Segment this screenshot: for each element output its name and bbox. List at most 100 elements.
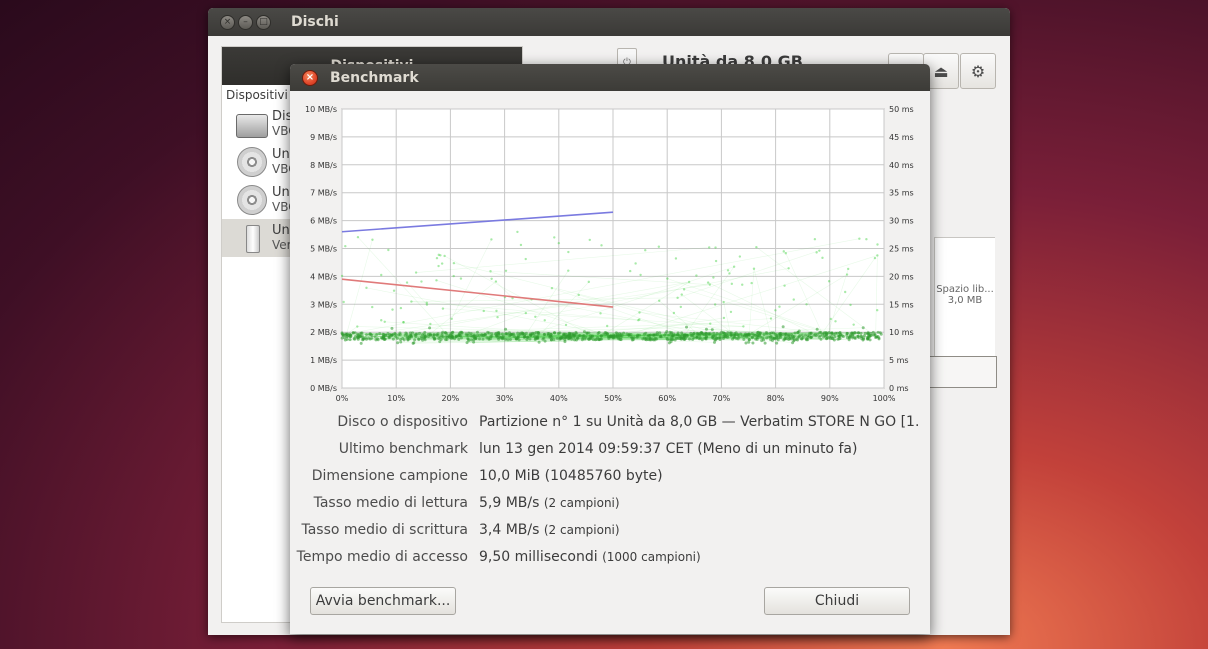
access-point: [519, 243, 523, 247]
access-point: [651, 333, 655, 337]
close-button[interactable]: Chiudi: [764, 587, 910, 615]
access-point: [869, 333, 873, 337]
access-point: [708, 332, 712, 336]
access-point: [726, 334, 730, 338]
usb-drive-icon: [236, 222, 268, 254]
access-point: [371, 305, 374, 309]
access-point: [435, 279, 438, 282]
access-point: [395, 336, 399, 340]
access-point: [769, 338, 773, 342]
access-point: [619, 338, 623, 342]
access-point: [860, 336, 864, 340]
access-point: [382, 336, 386, 340]
access-point: [706, 281, 710, 284]
gear-icon[interactable]: ⚙: [960, 53, 996, 89]
access-point: [822, 335, 826, 339]
access-point: [399, 306, 403, 310]
access-point: [356, 332, 360, 336]
info-value: 5,9 MB/s (2 campioni): [479, 495, 620, 511]
access-point: [730, 282, 734, 286]
access-point: [417, 337, 421, 341]
access-point: [429, 322, 432, 326]
access-point: [407, 335, 411, 339]
access-point: [516, 230, 519, 234]
access-point: [378, 332, 382, 336]
access-point: [710, 328, 714, 332]
access-point: [845, 273, 849, 276]
access-point: [516, 331, 520, 335]
access-point: [516, 334, 520, 338]
info-row-device: Disco o dispositivo Partizione n° 1 su U…: [290, 414, 930, 436]
minimize-icon[interactable]: –: [238, 14, 253, 30]
access-point: [585, 331, 589, 335]
access-point: [573, 338, 577, 342]
x-tick-label: 80%: [767, 394, 785, 403]
access-point: [419, 337, 423, 341]
access-point: [773, 332, 777, 336]
access-point: [747, 340, 751, 344]
access-point: [588, 238, 591, 242]
access-point: [787, 333, 791, 337]
access-point: [390, 326, 394, 330]
x-tick-label: 90%: [821, 394, 839, 403]
access-point: [853, 336, 857, 340]
access-point: [674, 257, 678, 260]
access-point: [843, 290, 847, 294]
close-icon[interactable]: ×: [220, 14, 235, 30]
access-point: [402, 338, 406, 342]
access-point: [876, 243, 879, 246]
y-left-tick-label: 10 MB/s: [305, 105, 337, 114]
y-left-tick-label: 8 MB/s: [310, 161, 337, 170]
maximize-icon[interactable]: □: [256, 14, 271, 30]
access-point: [628, 269, 632, 273]
access-point: [475, 330, 479, 334]
access-point: [398, 333, 402, 337]
access-point: [600, 244, 603, 247]
start-benchmark-button[interactable]: Avvia benchmark...: [310, 587, 456, 615]
access-point: [867, 332, 871, 336]
access-point: [500, 332, 504, 336]
disks-titlebar: × – □ Dischi: [208, 8, 1010, 36]
access-point: [356, 235, 360, 239]
access-point: [437, 336, 441, 340]
close-icon[interactable]: ×: [302, 69, 318, 86]
access-point: [596, 332, 600, 336]
access-point: [526, 335, 530, 339]
x-tick-label: 0%: [336, 394, 349, 403]
access-point: [367, 336, 371, 340]
access-point: [542, 332, 546, 336]
access-point: [359, 331, 363, 335]
access-point: [832, 333, 836, 337]
access-point: [587, 280, 591, 284]
access-point: [704, 332, 708, 336]
y-right-tick-label: 25 ms: [889, 245, 914, 254]
access-point: [743, 333, 747, 337]
access-point: [504, 269, 508, 272]
access-point: [732, 265, 736, 268]
access-point: [603, 330, 607, 334]
info-label: Tempo medio di accesso: [296, 549, 468, 565]
access-point: [549, 332, 553, 336]
access-point: [365, 333, 369, 337]
access-point: [599, 337, 603, 341]
info-note: (2 campioni): [543, 496, 620, 510]
free-space-segment[interactable]: Spazio lib... 3,0 MB: [934, 237, 995, 357]
access-point: [564, 335, 568, 339]
info-note: (2 campioni): [543, 523, 620, 537]
access-point: [815, 327, 819, 331]
info-value: 3,4 MB/s (2 campioni): [479, 522, 620, 538]
access-point: [831, 336, 835, 340]
access-point: [414, 271, 418, 274]
access-point: [788, 337, 792, 341]
access-point: [722, 300, 725, 304]
access-point: [517, 338, 521, 342]
y-right-tick-label: 10 ms: [889, 328, 914, 337]
partition-segment[interactable]: [926, 356, 997, 388]
access-point: [340, 336, 344, 340]
access-point: [514, 337, 518, 341]
access-point: [508, 331, 512, 335]
y-right-tick-label: 0 ms: [889, 384, 909, 393]
x-tick-label: 70%: [713, 394, 731, 403]
access-point: [713, 334, 717, 338]
access-point: [663, 333, 667, 337]
